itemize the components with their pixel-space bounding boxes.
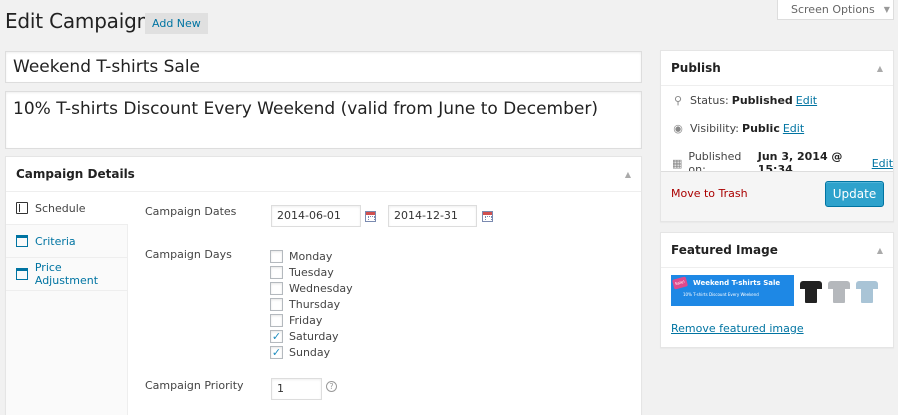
day-option[interactable]: ✓ Sunday	[270, 344, 330, 360]
campaign-priority-label: Campaign Priority	[145, 379, 244, 392]
move-to-trash-link[interactable]: Move to Trash	[671, 187, 748, 200]
featured-image-header[interactable]: Featured Image ▲	[661, 233, 893, 268]
day-label: Saturday	[289, 329, 339, 343]
calendar-icon	[16, 202, 28, 214]
day-option[interactable]: ✓ Saturday	[270, 328, 339, 344]
status-line: ⚲ Status: Published Edit	[670, 94, 817, 107]
campaign-details-box: Campaign Details ▲ Schedule Criteria Pri…	[5, 156, 642, 415]
status-label: Status:	[690, 94, 729, 107]
featured-image-heading: Featured Image	[671, 243, 778, 257]
title-input[interactable]: Weekend T-shirts Sale	[5, 51, 642, 83]
edit-status-link[interactable]: Edit	[796, 94, 817, 107]
day-label: Monday	[289, 249, 333, 263]
window-icon	[16, 268, 28, 280]
checkbox-checked[interactable]: ✓	[270, 329, 283, 343]
sale-badge: Sale!	[671, 276, 689, 290]
calendar-picker-icon[interactable]	[365, 211, 376, 222]
window-icon	[16, 235, 28, 247]
checkbox-checked[interactable]: ✓	[270, 345, 283, 359]
calendar-picker-icon[interactable]	[482, 211, 493, 222]
checkbox[interactable]	[270, 265, 283, 279]
checkbox[interactable]	[270, 249, 283, 263]
day-option[interactable]: Thursday	[270, 296, 340, 312]
featured-image-box: Featured Image ▲ Sale! Weekend T-shirts …	[660, 232, 894, 348]
status-value: Published	[731, 94, 793, 107]
campaign-details-header[interactable]: Campaign Details ▲	[6, 157, 641, 192]
publish-header[interactable]: Publish ▲	[661, 51, 893, 86]
tab-criteria[interactable]: Criteria	[6, 225, 127, 258]
checkmark-icon: ✓	[271, 329, 282, 343]
collapse-arrow-icon[interactable]: ▲	[877, 246, 883, 255]
day-label: Tuesday	[289, 265, 334, 279]
collapse-arrow-icon[interactable]: ▲	[877, 64, 883, 73]
edit-date-link[interactable]: Edit	[872, 157, 893, 170]
campaign-details-heading: Campaign Details	[16, 167, 135, 181]
calendar-icon: ▦	[671, 156, 683, 170]
banner-title: Weekend T-shirts Sale	[693, 279, 781, 287]
help-icon[interactable]: ?	[326, 381, 337, 392]
checkmark-icon: ✓	[271, 345, 282, 359]
end-date-input[interactable]: 2014-12-31	[388, 205, 477, 227]
visibility-label: Visibility:	[690, 122, 740, 135]
edit-visibility-link[interactable]: Edit	[783, 122, 804, 135]
collapse-arrow-icon[interactable]: ▲	[625, 170, 631, 179]
screen-options-label: Screen Options	[791, 2, 875, 16]
publish-actions: Move to Trash Update	[661, 171, 893, 221]
campaign-tabs: Schedule Criteria Price Adjustment	[6, 192, 128, 415]
checkbox[interactable]	[270, 297, 283, 311]
tshirt-icon	[828, 278, 850, 304]
tshirt-icon	[856, 278, 878, 304]
tshirt-icon	[800, 278, 822, 304]
priority-input[interactable]: 1	[271, 378, 322, 400]
day-label: Wednesday	[289, 281, 353, 295]
publish-box: Publish ▲ ⚲ Status: Published Edit ◉ Vis…	[660, 50, 894, 222]
start-date-input[interactable]: 2014-06-01	[271, 205, 361, 227]
sale-banner: Sale! Weekend T-shirts Sale 10% T-shirts…	[671, 275, 794, 306]
update-button[interactable]: Update	[825, 181, 884, 207]
day-option[interactable]: Friday	[270, 312, 322, 328]
page-title: Edit Campaign	[5, 9, 150, 33]
tab-price-adjustment[interactable]: Price Adjustment	[6, 258, 127, 291]
day-label: Friday	[289, 313, 323, 327]
banner-subtitle: 10% T-shirts Discount Every Weekend	[683, 292, 759, 297]
tab-label: Criteria	[35, 234, 76, 248]
add-new-button[interactable]: Add New	[145, 13, 208, 34]
day-label: Thursday	[289, 297, 341, 311]
checkbox[interactable]	[270, 281, 283, 295]
visibility-line: ◉ Visibility: Public Edit	[670, 122, 804, 135]
day-option[interactable]: Tuesday	[270, 264, 334, 280]
featured-image-thumbnail[interactable]: Sale! Weekend T-shirts Sale 10% T-shirts…	[671, 275, 885, 306]
campaign-dates-label: Campaign Dates	[145, 205, 237, 218]
eye-icon: ◉	[673, 122, 683, 135]
day-option[interactable]: Wednesday	[270, 280, 353, 296]
day-label: Sunday	[289, 345, 331, 359]
day-option[interactable]: Monday	[270, 248, 332, 264]
tab-label: Price Adjustment	[34, 261, 99, 287]
checkbox[interactable]	[270, 313, 283, 327]
campaign-days-label: Campaign Days	[145, 248, 232, 261]
excerpt-textarea[interactable]: 10% T-shirts Discount Every Weekend (val…	[5, 91, 642, 149]
tab-label: Schedule	[35, 201, 86, 215]
publish-heading: Publish	[671, 61, 721, 75]
screen-options-button[interactable]: Screen Options ▼	[777, 0, 894, 20]
tab-schedule[interactable]: Schedule	[6, 192, 128, 225]
visibility-value: Public	[742, 122, 780, 135]
triangle-down-icon: ▼	[883, 4, 890, 14]
pin-icon: ⚲	[673, 94, 683, 107]
remove-featured-image-link[interactable]: Remove featured image	[671, 322, 804, 335]
